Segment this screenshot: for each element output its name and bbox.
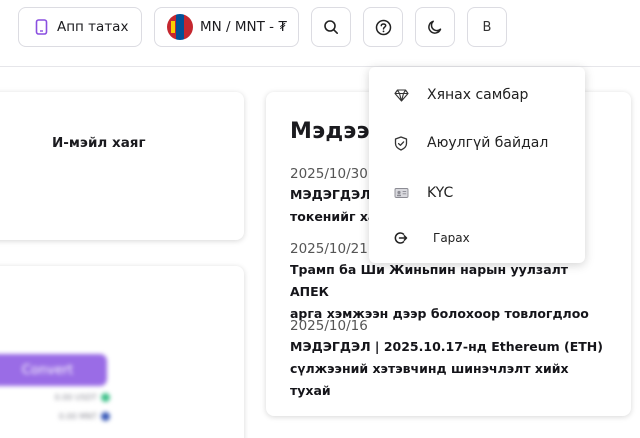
top-bar: Апп татах MN / MNT - ₮ B xyxy=(0,0,640,67)
moon-icon xyxy=(427,19,443,35)
search-button[interactable] xyxy=(311,7,351,47)
menu-item-logout[interactable]: Гарах xyxy=(369,219,585,257)
mnt-coin-icon xyxy=(101,412,110,421)
news-headline-line: сүлжээний хэтэвчинд шинэчлэлт хийх тухай xyxy=(290,361,569,398)
app-download-button[interactable]: Апп татах xyxy=(18,7,142,47)
user-menu-dropdown: Хянах самбар Аюулгүй байдал KYC Гарах xyxy=(369,67,585,263)
help-circle-icon xyxy=(375,19,392,36)
logout-icon xyxy=(393,230,409,246)
help-button[interactable] xyxy=(363,7,403,47)
blurred-content: Convert 0.00 USDT 0.00 MNT xyxy=(0,266,244,438)
phone-icon xyxy=(35,19,48,35)
menu-item-label: KYC xyxy=(427,185,454,201)
news-item[interactable]: 2025/10/16 МЭДЭГДЭЛ | 2025.10.17-нд Ethe… xyxy=(290,318,610,402)
menu-item-dashboard[interactable]: Хянах самбар xyxy=(369,76,585,114)
balance-value: 0.00 MNT xyxy=(58,412,97,421)
convert-card: Convert 0.00 USDT 0.00 MNT xyxy=(0,266,244,438)
id-card-icon xyxy=(393,185,409,201)
news-headline: Трамп ба Ши Жиньпин нарын уулзалт АПЕК а… xyxy=(290,259,610,325)
language-currency-button[interactable]: MN / MNT - ₮ xyxy=(154,7,299,47)
menu-item-label: Хянах самбар xyxy=(427,87,529,103)
mongolia-flag-icon xyxy=(167,14,193,40)
news-date: 2025/10/16 xyxy=(290,318,368,334)
balance-row: 0.00 MNT xyxy=(59,412,110,421)
profile-card: И-мэйл хаяг xyxy=(0,92,244,240)
menu-item-security[interactable]: Аюулгүй байдал xyxy=(369,124,585,162)
avatar-initial: B xyxy=(482,19,492,35)
balance-value: 0.00 USDT xyxy=(54,393,97,402)
menu-item-kyc[interactable]: KYC xyxy=(369,174,585,212)
search-icon xyxy=(323,19,339,35)
diamond-icon xyxy=(393,87,409,103)
email-label: И-мэйл хаяг xyxy=(52,135,146,151)
news-headline-line: Трамп ба Ши Жиньпин нарын уулзалт АПЕК xyxy=(290,262,569,299)
app-download-label: Апп татах xyxy=(57,19,129,35)
convert-button[interactable]: Convert xyxy=(0,354,107,386)
news-headline-line: МЭДЭГДЭЛ | 2025.10.17-нд Ethereum (ETH) xyxy=(290,339,603,354)
balance-row: 0.00 USDT xyxy=(55,393,110,402)
usdt-coin-icon xyxy=(101,393,110,402)
menu-item-label: Гарах xyxy=(433,231,470,245)
shield-check-icon xyxy=(393,135,409,151)
language-currency-label: MN / MNT - ₮ xyxy=(200,19,287,35)
news-headline: МЭДЭГДЭЛ | 2025.10.17-нд Ethereum (ETH) … xyxy=(290,336,610,402)
theme-toggle-button[interactable] xyxy=(415,7,455,47)
user-avatar-button[interactable]: B xyxy=(467,7,507,47)
menu-item-label: Аюулгүй байдал xyxy=(427,135,549,151)
